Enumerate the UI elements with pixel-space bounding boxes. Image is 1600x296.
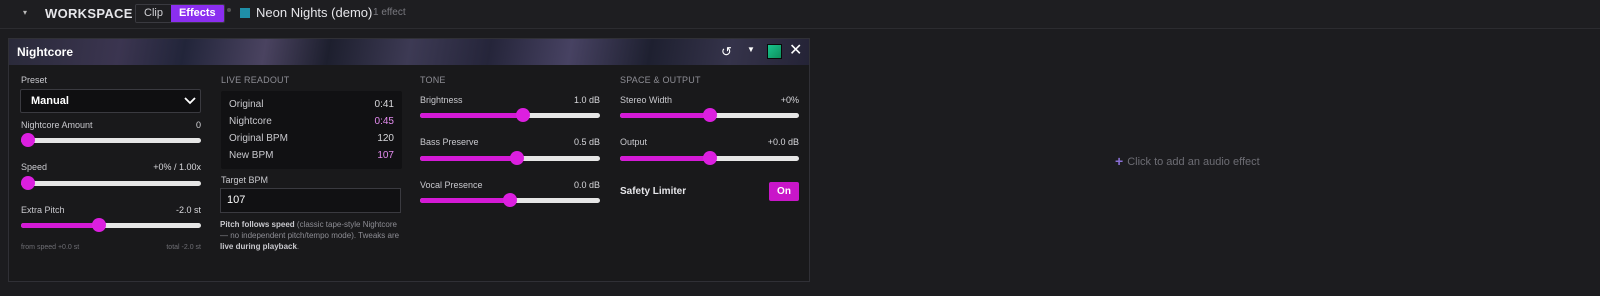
speed-note: Pitch follows speed (classic tape-style …: [220, 220, 400, 251]
workspace-toolbar: ▾ WORKSPACE Clip Effects Neon Nights (de…: [0, 0, 1600, 29]
vocal-presence-label: Vocal Presence: [420, 180, 483, 190]
tone-heading: TONE: [420, 75, 446, 85]
safety-limiter-toggle[interactable]: On: [769, 182, 799, 201]
safety-limiter-label: Safety Limiter: [620, 186, 687, 197]
extra-pitch-label: Extra Pitch: [21, 205, 65, 215]
output-value: +0.0 dB: [767, 137, 799, 147]
target-bpm-label: Target BPM: [221, 175, 269, 185]
slider-thumb[interactable]: [92, 218, 107, 232]
stereo-width-label: Stereo Width: [620, 95, 673, 105]
vocal-presence-value: 0.0 dB: [573, 180, 600, 190]
collapse-icon[interactable]: ▾: [17, 6, 33, 20]
target-bpm-input[interactable]: 107: [220, 188, 401, 213]
close-icon[interactable]: ✕: [789, 43, 802, 59]
slider-thumb[interactable]: [503, 193, 517, 207]
nightcore-amount-label: Nightcore Amount: [21, 120, 93, 130]
color-swatch[interactable]: [767, 44, 782, 59]
readout-row: Original 0:41: [229, 99, 394, 110]
tab-effects[interactable]: Effects: [170, 5, 224, 22]
bass-preserve-label: Bass Preserve: [420, 137, 479, 147]
slider-thumb[interactable]: [21, 133, 35, 147]
pitch-total: total -2.0 st: [166, 244, 201, 251]
preset-select[interactable]: Manual: [20, 89, 201, 113]
slider-thumb[interactable]: [516, 108, 531, 122]
readout-heading: LIVE READOUT: [221, 75, 290, 85]
brightness-label: Brightness: [420, 95, 463, 105]
vocal-presence-slider[interactable]: [420, 193, 600, 207]
output-slider[interactable]: [620, 151, 799, 165]
space-output-heading: SPACE & OUTPUT: [620, 75, 701, 85]
slider-thumb[interactable]: [21, 176, 35, 190]
bass-preserve-slider[interactable]: [420, 151, 600, 165]
slider-thumb[interactable]: [702, 108, 717, 122]
chevron-down-icon[interactable]: ▼: [747, 45, 755, 54]
track-color-swatch: [240, 8, 250, 18]
speed-label: Speed: [21, 162, 48, 172]
effect-count: 1 effect: [373, 7, 406, 18]
stereo-width-slider[interactable]: [620, 108, 799, 122]
readout-row: Original BPM 120: [229, 133, 394, 144]
preset-label: Preset: [21, 75, 48, 85]
effect-panel-nightcore: Nightcore ↺ ▼ ✕ Preset Manual Nightcore …: [8, 38, 810, 282]
output-label: Output: [620, 137, 648, 147]
nightcore-amount-value: 0: [195, 120, 201, 130]
brightness-value: 1.0 dB: [573, 95, 600, 105]
tab-clip[interactable]: Clip: [136, 5, 171, 22]
speed-slider[interactable]: [21, 176, 201, 190]
live-readout: Original 0:41 Nightcore 0:45 Original BPM 1…: [221, 91, 402, 169]
effect-header[interactable]: Nightcore ↺ ▼ ✕: [9, 39, 809, 65]
speed-value: +0% / 1.00x: [153, 162, 201, 172]
readout-row: Nightcore 0:45: [229, 116, 394, 127]
breadcrumb-separator: [227, 8, 231, 12]
brightness-slider[interactable]: [420, 108, 600, 122]
preset-value: Manual: [31, 95, 69, 107]
slider-thumb[interactable]: [509, 151, 524, 165]
add-effect-label: Click to add an audio effect: [1127, 156, 1260, 168]
add-effect-button[interactable]: + Click to add an audio effect: [1115, 153, 1260, 169]
workspace-title: WORKSPACE: [45, 6, 133, 21]
track-name: Neon Nights (demo): [256, 5, 373, 20]
bass-preserve-value: 0.5 dB: [573, 137, 600, 147]
pitch-from-speed: from speed +0.0 st: [21, 244, 80, 251]
effect-title: Nightcore: [17, 45, 74, 59]
stereo-width-value: +0%: [780, 95, 799, 105]
slider-thumb[interactable]: [702, 151, 717, 165]
plus-icon: +: [1115, 153, 1124, 169]
nightcore-amount-slider[interactable]: [21, 133, 201, 147]
extra-pitch-value: -2.0 st: [175, 205, 201, 215]
chevron-down-icon: [184, 97, 196, 105]
extra-pitch-slider[interactable]: [21, 218, 201, 232]
readout-row: New BPM 107: [229, 150, 394, 161]
reset-icon[interactable]: ↺: [721, 44, 732, 60]
tab-group: Clip Effects: [135, 4, 225, 23]
